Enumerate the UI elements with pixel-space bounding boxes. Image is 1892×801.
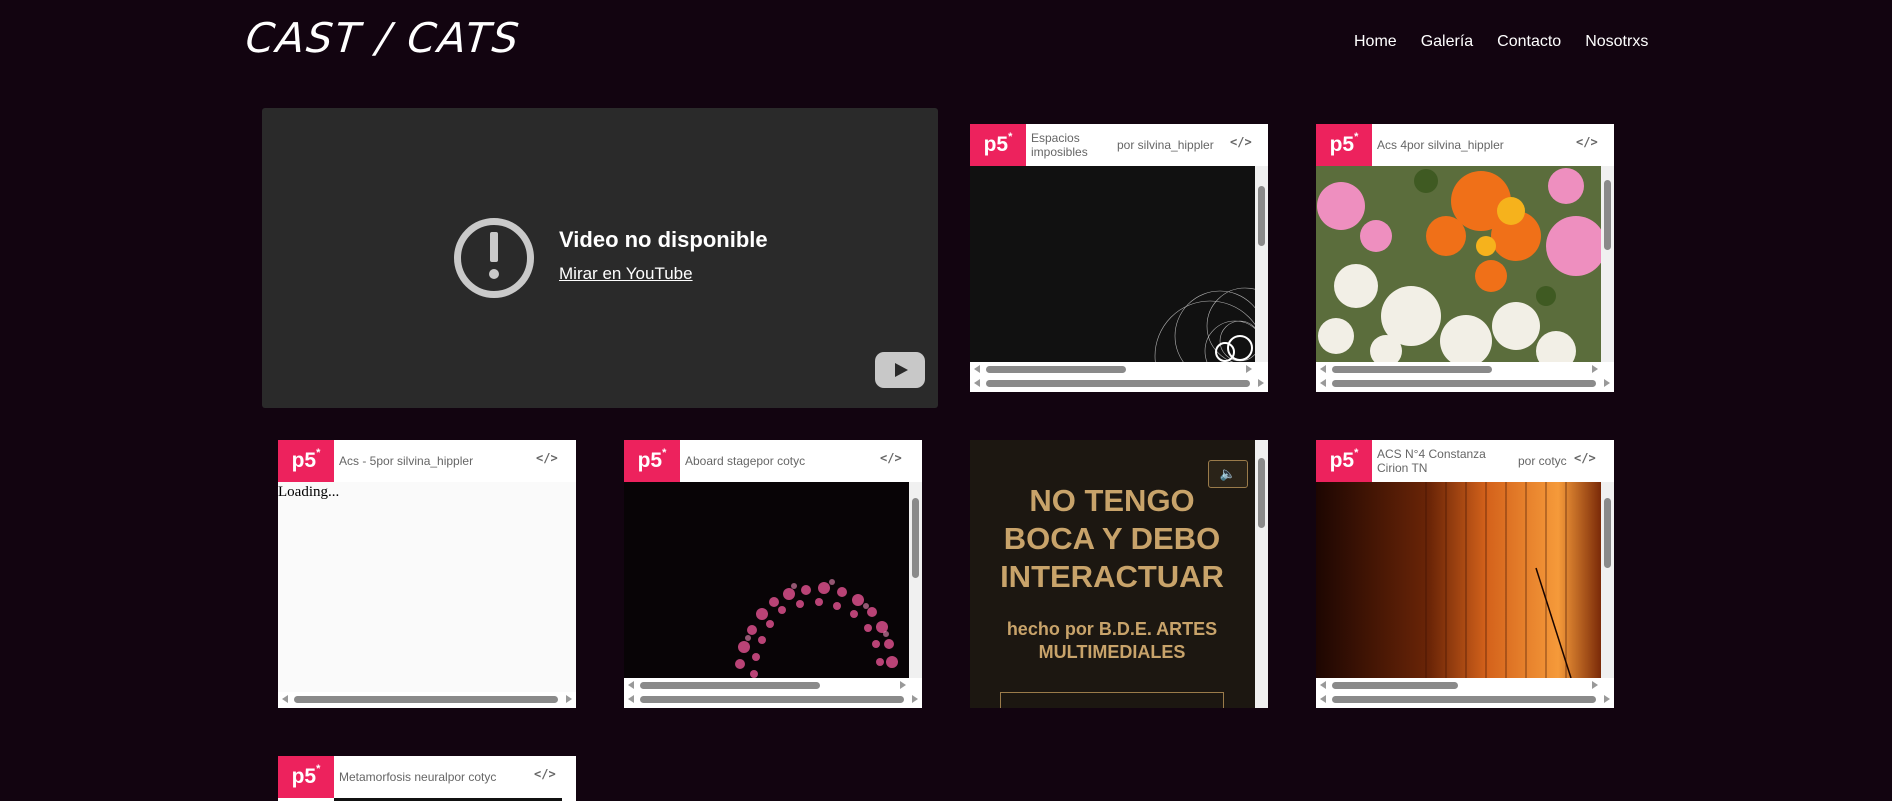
sketch-title[interactable]: Espacios imposibles: [1031, 131, 1131, 159]
p5-embed-metamorfosis[interactable]: p5* Metamorfosis neuralpor cotyc </>: [278, 756, 576, 801]
nav-home[interactable]: Home: [1354, 33, 1397, 51]
code-icon[interactable]: </>: [880, 451, 902, 469]
code-icon[interactable]: </>: [1574, 451, 1596, 469]
poster-image-frame: [1000, 692, 1224, 708]
sketch-canvas[interactable]: [970, 166, 1268, 392]
code-icon[interactable]: </>: [1230, 135, 1252, 153]
page-horizontal-scrollbar[interactable]: [970, 376, 1268, 390]
main-nav: Home Galería Contacto Nosotrxs: [1354, 33, 1648, 51]
p5-embed-aboard-stage[interactable]: p5* Aboard stagepor cotyc </>: [624, 440, 922, 708]
nav-contacto[interactable]: Contacto: [1497, 33, 1561, 51]
code-icon[interactable]: </>: [534, 767, 556, 785]
p5-logo[interactable]: p5*: [278, 756, 334, 798]
p5-embed-header: p5* Aboard stagepor cotyc </>: [624, 440, 922, 482]
nav-nosotrxs[interactable]: Nosotrxs: [1585, 33, 1648, 51]
sketch-title[interactable]: Acs 4por silvina_hippler: [1377, 138, 1504, 152]
stage-image: [1316, 482, 1601, 679]
p5-embed-header: p5* Metamorfosis neuralpor cotyc </>: [278, 756, 576, 798]
horizontal-scrollbar[interactable]: [1316, 362, 1614, 376]
sketch-canvas[interactable]: [624, 482, 909, 678]
poster-credit: hecho por B.D.E. ARTES MULTIMEDIALES: [1006, 619, 1218, 662]
code-icon[interactable]: </>: [536, 451, 558, 469]
vertical-scrollbar[interactable]: [1255, 440, 1268, 708]
p5-logo[interactable]: p5*: [624, 440, 680, 482]
sketch-title[interactable]: Metamorfosis neuralpor cotyc: [339, 770, 496, 784]
site-logo[interactable]: CAST / CATS: [243, 14, 522, 62]
page-horizontal-scrollbar[interactable]: [624, 692, 922, 706]
p5-embed-acs4[interactable]: p5* Acs 4por silvina_hippler </>: [1316, 124, 1614, 392]
vertical-scrollbar[interactable]: [1601, 482, 1614, 678]
p5-logo[interactable]: p5*: [1316, 440, 1372, 482]
flower-image: [1316, 166, 1606, 371]
p5-logo[interactable]: p5*: [278, 440, 334, 482]
vertical-scrollbar[interactable]: [909, 482, 922, 678]
page-horizontal-scrollbar[interactable]: [1316, 692, 1614, 706]
p5-logo[interactable]: p5*: [1316, 124, 1372, 166]
p5-embed-acs-n4[interactable]: p5* ACS N°4 Constanza Cirion TN por coty…: [1316, 440, 1614, 708]
loading-text: Loading...: [278, 484, 340, 500]
horizontal-scrollbar[interactable]: [624, 678, 922, 692]
nav-galeria[interactable]: Galería: [1421, 33, 1473, 51]
youtube-play-icon[interactable]: [875, 352, 925, 388]
p5-embed-header: p5* ACS N°4 Constanza Cirion TN por coty…: [1316, 440, 1614, 482]
sketch-title[interactable]: ACS N°4 Constanza Cirion TN: [1377, 447, 1495, 475]
p5-embed-header: p5* Acs - 5por silvina_hippler </>: [278, 440, 576, 482]
horizontal-scrollbar[interactable]: [970, 362, 1268, 376]
p5-embed-acs5[interactable]: p5* Acs - 5por silvina_hippler </> Loadi…: [278, 440, 576, 708]
p5-logo[interactable]: p5*: [970, 124, 1026, 166]
sketch-title[interactable]: Acs - 5por silvina_hippler: [339, 454, 473, 468]
sketch-author[interactable]: por silvina_hippler: [1117, 138, 1214, 152]
horizontal-scrollbar[interactable]: [1316, 678, 1614, 692]
vertical-scrollbar[interactable]: [1255, 166, 1268, 362]
code-icon[interactable]: </>: [1576, 135, 1598, 153]
p5-embed-header: p5* Acs 4por silvina_hippler </>: [1316, 124, 1614, 166]
watch-on-youtube-link[interactable]: Mirar en YouTube: [559, 264, 693, 284]
vertical-scrollbar[interactable]: [1601, 166, 1614, 362]
p5-embed-espacios[interactable]: p5* Espacios imposibles por silvina_hipp…: [970, 124, 1268, 392]
p5-embed-header: p5* Espacios imposibles por silvina_hipp…: [970, 124, 1268, 166]
youtube-embed[interactable]: [262, 108, 938, 408]
horizontal-scrollbar[interactable]: [278, 692, 576, 706]
sketch-title[interactable]: Aboard stagepor cotyc: [685, 454, 805, 468]
video-unavailable-title: Video no disponible: [559, 227, 768, 252]
sketch-author[interactable]: por cotyc: [1518, 454, 1567, 468]
page-horizontal-scrollbar[interactable]: [1316, 376, 1614, 390]
game-poster-embed[interactable]: 🔈 NO TENGO BOCA Y DEBO INTERACTUAR hecho…: [970, 440, 1268, 708]
sketch-canvas[interactable]: Loading...: [278, 482, 576, 692]
poster-headline: NO TENGO BOCA Y DEBO INTERACTUAR: [1000, 483, 1224, 594]
